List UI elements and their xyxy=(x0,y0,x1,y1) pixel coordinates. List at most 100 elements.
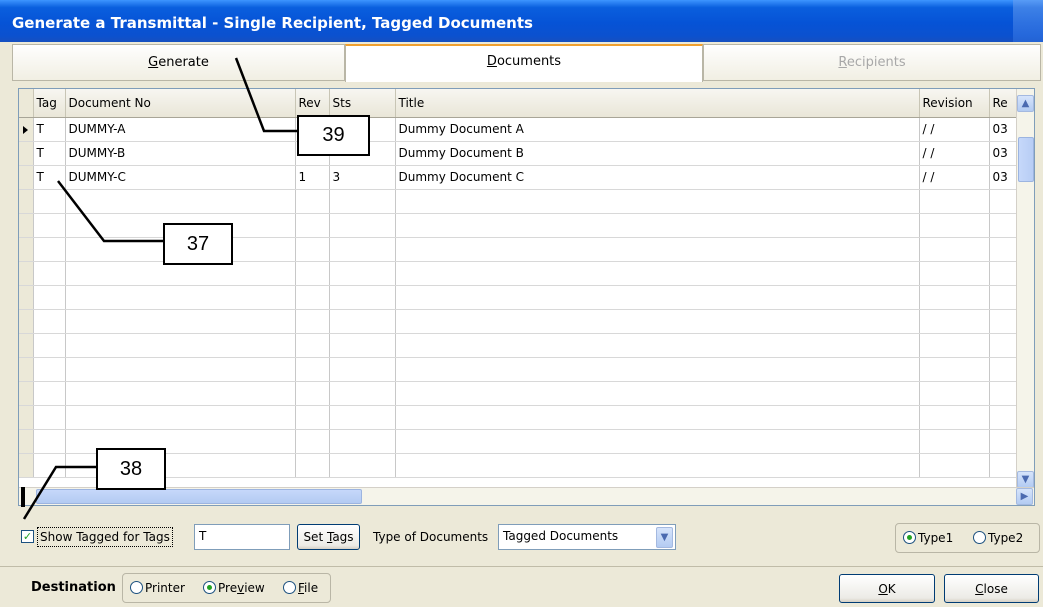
show-tagged-label[interactable]: Show Tagged for Tags xyxy=(37,527,173,547)
empty-cell[interactable] xyxy=(395,333,920,358)
close-button[interactable]: Close xyxy=(944,574,1039,603)
cell-tag[interactable]: T xyxy=(33,165,66,190)
radio-type2[interactable]: Type2 xyxy=(973,531,1023,545)
empty-cell[interactable] xyxy=(395,429,920,454)
empty-cell[interactable] xyxy=(989,213,1018,238)
cell-title[interactable]: Dummy Document A xyxy=(395,117,920,142)
empty-cell[interactable] xyxy=(329,333,396,358)
empty-cell[interactable] xyxy=(395,381,920,406)
empty-cell[interactable] xyxy=(295,285,330,310)
empty-cell[interactable] xyxy=(33,357,66,382)
table-row[interactable] xyxy=(19,405,1018,430)
empty-cell[interactable] xyxy=(919,261,990,286)
table-row[interactable] xyxy=(19,381,1018,406)
col-header-title[interactable]: Title xyxy=(395,89,920,118)
empty-cell[interactable] xyxy=(919,333,990,358)
empty-cell[interactable] xyxy=(329,357,396,382)
cell-revision[interactable]: / / xyxy=(919,141,990,166)
empty-cell[interactable] xyxy=(919,237,990,262)
empty-cell[interactable] xyxy=(329,405,396,430)
empty-cell[interactable] xyxy=(295,213,330,238)
empty-cell[interactable] xyxy=(295,237,330,262)
empty-cell[interactable] xyxy=(395,405,920,430)
col-header-rev[interactable]: Rev xyxy=(295,89,330,118)
empty-cell[interactable] xyxy=(295,333,330,358)
empty-cell[interactable] xyxy=(33,189,66,214)
scroll-right-icon[interactable]: ▶ xyxy=(1016,488,1033,505)
empty-cell[interactable] xyxy=(919,405,990,430)
empty-cell[interactable] xyxy=(33,309,66,334)
empty-cell[interactable] xyxy=(33,213,66,238)
empty-cell[interactable] xyxy=(33,261,66,286)
empty-cell[interactable] xyxy=(329,381,396,406)
horizontal-scrollbar[interactable]: ▶ xyxy=(19,487,1034,505)
empty-cell[interactable] xyxy=(65,381,296,406)
empty-cell[interactable] xyxy=(395,261,920,286)
empty-cell[interactable] xyxy=(65,357,296,382)
empty-cell[interactable] xyxy=(329,429,396,454)
empty-cell[interactable] xyxy=(295,381,330,406)
table-row[interactable] xyxy=(19,189,1018,214)
empty-cell[interactable] xyxy=(65,309,296,334)
radio-file[interactable]: File xyxy=(283,581,318,595)
cell-re[interactable]: 03 xyxy=(989,141,1018,166)
col-header-re[interactable]: Re xyxy=(989,89,1018,118)
empty-cell[interactable] xyxy=(329,213,396,238)
empty-cell[interactable] xyxy=(989,453,1018,478)
empty-cell[interactable] xyxy=(65,189,296,214)
cell-document-no[interactable]: DUMMY-B xyxy=(65,141,296,166)
table-row[interactable] xyxy=(19,357,1018,382)
empty-cell[interactable] xyxy=(329,189,396,214)
col-header-revision[interactable]: Revision xyxy=(919,89,990,118)
empty-cell[interactable] xyxy=(295,429,330,454)
cell-revision[interactable]: / / xyxy=(919,117,990,142)
empty-cell[interactable] xyxy=(329,237,396,262)
empty-cell[interactable] xyxy=(989,381,1018,406)
radio-preview[interactable]: Preview xyxy=(203,581,265,595)
cell-rev[interactable]: 1 xyxy=(295,165,330,190)
empty-cell[interactable] xyxy=(989,261,1018,286)
cell-tag[interactable]: T xyxy=(33,141,66,166)
empty-cell[interactable] xyxy=(295,309,330,334)
empty-cell[interactable] xyxy=(329,453,396,478)
empty-cell[interactable] xyxy=(33,285,66,310)
empty-cell[interactable] xyxy=(395,189,920,214)
table-row[interactable]: T DUMMY-A Dummy Document A / / 03 xyxy=(19,117,1018,142)
empty-cell[interactable] xyxy=(919,429,990,454)
cell-document-no[interactable]: DUMMY-C xyxy=(65,165,296,190)
empty-cell[interactable] xyxy=(989,285,1018,310)
cell-document-no[interactable]: DUMMY-A xyxy=(65,117,296,142)
empty-cell[interactable] xyxy=(919,309,990,334)
tags-input[interactable]: T xyxy=(194,524,290,550)
empty-cell[interactable] xyxy=(33,453,66,478)
empty-cell[interactable] xyxy=(65,405,296,430)
scroll-up-icon[interactable]: ▲ xyxy=(1017,95,1034,112)
table-row[interactable]: T DUMMY-B Dummy Document B / / 03 xyxy=(19,141,1018,166)
empty-cell[interactable] xyxy=(395,357,920,382)
empty-cell[interactable] xyxy=(919,357,990,382)
empty-cell[interactable] xyxy=(919,381,990,406)
vertical-scrollbar[interactable]: ▲ ▼ xyxy=(1016,89,1034,489)
chevron-down-icon[interactable]: ▼ xyxy=(656,527,673,548)
empty-cell[interactable] xyxy=(329,285,396,310)
empty-cell[interactable] xyxy=(989,237,1018,262)
cell-re[interactable]: 03 xyxy=(989,165,1018,190)
tab-generate[interactable]: Generate xyxy=(12,44,345,81)
table-row[interactable] xyxy=(19,309,1018,334)
empty-cell[interactable] xyxy=(295,357,330,382)
type-of-documents-select[interactable]: Tagged Documents xyxy=(498,524,676,550)
radio-type1[interactable]: Type1 xyxy=(903,531,953,545)
cell-title[interactable]: Dummy Document B xyxy=(395,141,920,166)
cell-tag[interactable]: T xyxy=(33,117,66,142)
scroll-down-icon[interactable]: ▼ xyxy=(1017,471,1034,488)
empty-cell[interactable] xyxy=(295,453,330,478)
empty-cell[interactable] xyxy=(989,357,1018,382)
empty-cell[interactable] xyxy=(295,261,330,286)
cell-sts[interactable]: 3 xyxy=(329,165,396,190)
empty-cell[interactable] xyxy=(33,237,66,262)
col-header-tag[interactable]: Tag xyxy=(33,89,66,118)
cell-revision[interactable]: / / xyxy=(919,165,990,190)
table-row[interactable] xyxy=(19,453,1018,478)
vertical-scroll-thumb[interactable] xyxy=(1018,137,1034,182)
tab-recipients[interactable]: Recipients xyxy=(703,44,1041,81)
